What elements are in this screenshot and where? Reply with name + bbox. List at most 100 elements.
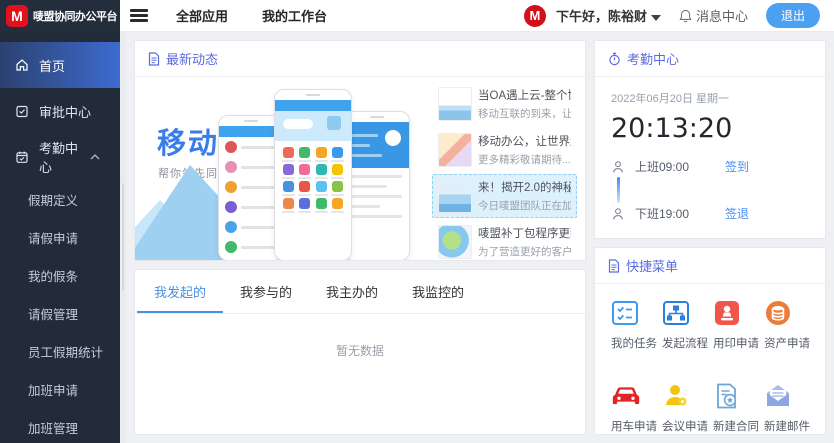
asset-icon bbox=[764, 300, 792, 326]
sidebar-item-my-leave-slips[interactable]: 我的假条 bbox=[0, 256, 120, 294]
check-out-label: 下班19:00 bbox=[635, 205, 689, 222]
phone-mockup-center bbox=[274, 89, 352, 260]
news-subtitle: 今日唛盟团队正在加班加点， bbox=[478, 198, 571, 213]
check-out-link[interactable]: 签退 bbox=[725, 205, 749, 222]
news-title: 唛盟补丁包程序更新 bbox=[478, 225, 571, 241]
news-title: 移动办公，让世界触手可 bbox=[478, 133, 571, 149]
news-item[interactable]: 当OA遇上云-整个协同OA 移动互联的到来，让OA与云 bbox=[432, 82, 577, 126]
header-right: M 下午好，陈裕财 消息中心 退出 bbox=[524, 3, 834, 28]
news-subtitle: 更多精彩敬请期待....... bbox=[478, 152, 571, 167]
check-in-link[interactable]: 签到 bbox=[725, 158, 749, 175]
flow-icon bbox=[662, 300, 690, 326]
sidebar-item-leave-request[interactable]: 请假申请 bbox=[0, 218, 120, 256]
panel-title: 快捷菜单 bbox=[626, 256, 678, 275]
person-icon bbox=[611, 160, 625, 174]
quick-item-meeting-request[interactable]: 会议申请 bbox=[662, 383, 713, 434]
top-header: M 唛盟协同办公平台 全部应用 我的工作台 M 下午好，陈裕财 消息中心 退出 bbox=[0, 0, 834, 32]
main-content: 最新动态 移动办公 帮你领先同行 把工作带出办公室 bbox=[126, 32, 834, 443]
quick-item-new-contract[interactable]: 新建合同 bbox=[713, 383, 764, 434]
user-avatar[interactable]: M bbox=[524, 5, 546, 27]
task-tabs: 我发起的 我参与的 我主办的 我监控的 bbox=[135, 270, 585, 314]
latest-news-panel: 最新动态 移动办公 帮你领先同行 把工作带出办公室 bbox=[134, 40, 586, 261]
phone-mockup-right bbox=[344, 111, 410, 260]
sidebar-item-overtime-request[interactable]: 加班申请 bbox=[0, 370, 120, 408]
attendance-clock: 20:13:20 bbox=[611, 113, 809, 144]
sidebar-item-overtime-management[interactable]: 加班管理 bbox=[0, 408, 120, 443]
quick-item-my-tasks[interactable]: 我的任务 bbox=[611, 300, 662, 351]
news-list: 当OA遇上云-整个协同OA 移动互联的到来，让OA与云 移动办公，让世界触手可 … bbox=[432, 77, 585, 260]
attendance-header: 考勤中心 bbox=[595, 41, 825, 77]
app-logo: M bbox=[6, 5, 28, 27]
user-greeting[interactable]: 下午好，陈裕财 bbox=[556, 6, 661, 25]
quick-item-start-flow[interactable]: 发起流程 bbox=[662, 300, 713, 351]
quick-item-new-mail[interactable]: 新建邮件 bbox=[764, 383, 815, 434]
news-item-active[interactable]: 来！揭开2.0的神秘面纱- 今日唛盟团队正在加班加点， bbox=[432, 174, 577, 218]
news-item[interactable]: 移动办公，让世界触手可 更多精彩敬请期待....... bbox=[432, 128, 577, 172]
quick-item-vehicle-request[interactable]: 用车申请 bbox=[611, 383, 662, 434]
logout-button[interactable]: 退出 bbox=[766, 3, 820, 28]
news-subtitle: 为了营造更好的客户体验，唛 bbox=[478, 244, 571, 259]
sidebar-item-leave-management[interactable]: 请假管理 bbox=[0, 294, 120, 332]
news-title: 来！揭开2.0的神秘面纱- bbox=[478, 179, 571, 195]
sidebar-item-approval-center[interactable]: 审批中心 bbox=[0, 88, 120, 134]
message-center-label: 消息中心 bbox=[696, 6, 748, 25]
quick-menu-panel: 快捷菜单 我的任务 发起流程 用印申请 bbox=[594, 247, 826, 435]
quick-item-label: 我的任务 bbox=[611, 335, 662, 351]
contract-icon bbox=[713, 383, 741, 409]
quick-menu-header: 快捷菜单 bbox=[595, 248, 825, 284]
sidebar-item-holiday-definition[interactable]: 假期定义 bbox=[0, 180, 120, 218]
check-in-label: 上班09:00 bbox=[635, 158, 689, 175]
sidebar-scrollbar[interactable] bbox=[120, 32, 126, 443]
chevron-down-icon bbox=[651, 15, 661, 21]
tasks-icon bbox=[611, 300, 639, 326]
my-tasks-panel: 我发起的 我参与的 我主办的 我监控的 暂无数据 bbox=[134, 269, 586, 435]
latest-news-header: 最新动态 bbox=[135, 41, 585, 77]
attendance-date: 2022年06月20日 星期一 bbox=[611, 90, 809, 106]
check-out-row: 下班19:00 签退 bbox=[611, 205, 809, 222]
quick-item-label: 会议申请 bbox=[662, 418, 713, 434]
document-icon bbox=[148, 52, 160, 66]
quick-item-seal-request[interactable]: 用印申请 bbox=[713, 300, 764, 351]
calendar-icon bbox=[15, 150, 29, 164]
sidebar-item-label: 首页 bbox=[39, 56, 65, 75]
panel-title: 考勤中心 bbox=[627, 49, 679, 68]
quick-item-label: 新建合同 bbox=[713, 418, 764, 434]
news-thumbnail bbox=[438, 87, 472, 121]
news-item[interactable]: 唛盟补丁包程序更新 为了营造更好的客户体验，唛 bbox=[432, 220, 577, 264]
menu-toggle-icon[interactable] bbox=[130, 9, 148, 22]
news-subtitle: 移动互联的到来，让OA与云 bbox=[478, 106, 571, 121]
sidebar-item-label: 考勤中心 bbox=[39, 138, 90, 176]
stamp-icon bbox=[713, 300, 741, 326]
quick-menu-grid: 我的任务 发起流程 用印申请 资产申请 bbox=[595, 284, 825, 434]
check-in-row: 上班09:00 签到 bbox=[611, 158, 809, 175]
tab-participated-by-me[interactable]: 我参与的 bbox=[223, 270, 309, 313]
news-thumbnail bbox=[438, 179, 472, 213]
tab-initiated-by-me[interactable]: 我发起的 bbox=[137, 270, 223, 313]
tab-monitored-by-me[interactable]: 我监控的 bbox=[395, 270, 481, 313]
quick-item-asset-request[interactable]: 资产申请 bbox=[764, 300, 815, 351]
panel-title: 最新动态 bbox=[166, 49, 218, 68]
sidebar-item-attendance-center[interactable]: 考勤中心 bbox=[0, 134, 120, 180]
home-icon bbox=[15, 58, 29, 72]
empty-state-text: 暂无数据 bbox=[135, 314, 585, 359]
nav-all-apps[interactable]: 全部应用 bbox=[176, 6, 228, 25]
nav-my-workbench[interactable]: 我的工作台 bbox=[262, 6, 327, 25]
quick-item-label: 发起流程 bbox=[662, 335, 713, 351]
sidebar-item-label: 审批中心 bbox=[39, 102, 91, 121]
attendance-panel: 考勤中心 2022年06月20日 星期一 20:13:20 上班09:00 签到… bbox=[594, 40, 826, 239]
sidebar: 首页 审批中心 考勤中心 假期定义 请假申请 我的假条 请假管理 员工假期统计 … bbox=[0, 32, 120, 443]
greeting-text: 下午好，陈裕财 bbox=[556, 9, 647, 24]
quick-item-label: 用印申请 bbox=[713, 335, 764, 351]
phone-mockups bbox=[216, 83, 426, 260]
scrollbar-thumb[interactable] bbox=[121, 182, 125, 292]
meeting-icon bbox=[662, 383, 690, 409]
sidebar-item-employee-holiday-stats[interactable]: 员工假期统计 bbox=[0, 332, 120, 370]
tab-hosted-by-me[interactable]: 我主办的 bbox=[309, 270, 395, 313]
promo-banner[interactable]: 移动办公 帮你领先同行 把工作带出办公室 bbox=[135, 77, 432, 260]
stopwatch-icon bbox=[608, 52, 621, 66]
chevron-up-icon bbox=[90, 154, 100, 160]
sidebar-item-home[interactable]: 首页 bbox=[0, 42, 120, 88]
clipboard-icon bbox=[15, 104, 29, 118]
app-title: 唛盟协同办公平台 bbox=[33, 8, 117, 24]
message-center[interactable]: 消息中心 bbox=[679, 6, 748, 25]
